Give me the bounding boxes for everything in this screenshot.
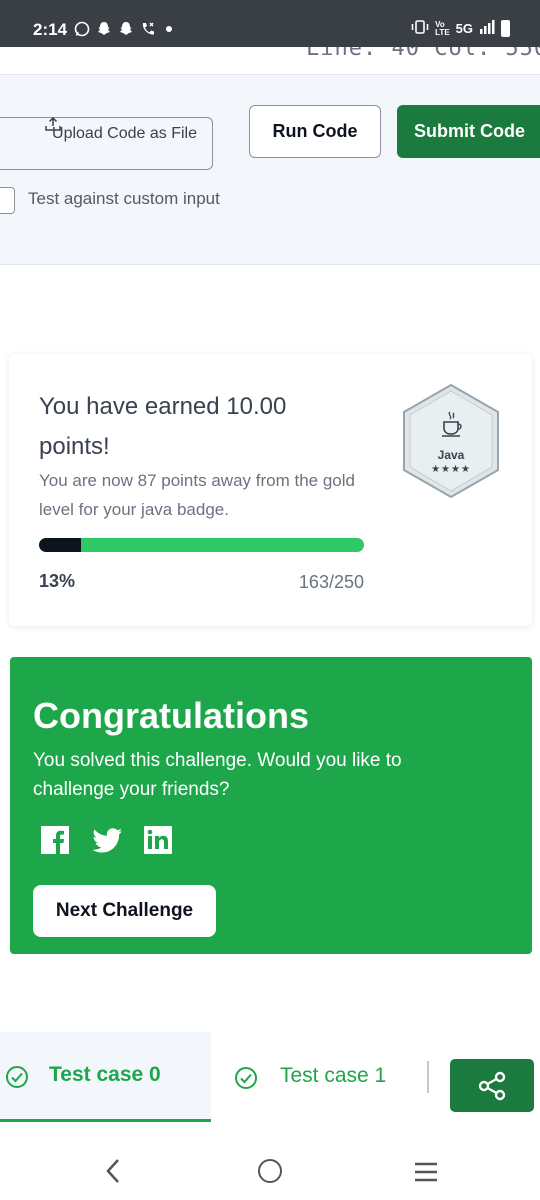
snapchat-icon xyxy=(96,21,112,37)
check-circle-icon xyxy=(235,1067,257,1089)
home-icon[interactable] xyxy=(258,1159,282,1183)
custom-input-checkbox[interactable] xyxy=(0,187,15,214)
back-icon[interactable] xyxy=(103,1158,123,1184)
congratulations-text: You solved this challenge. Would you lik… xyxy=(33,750,402,800)
badge-progress-fill xyxy=(39,538,82,552)
badge-stars: ★★★★ xyxy=(431,464,471,475)
snapchat-icon xyxy=(118,21,134,37)
system-status-icons: Vo LTE 5G xyxy=(411,20,510,37)
share-button[interactable] xyxy=(450,1059,534,1112)
progress-percent: 13% xyxy=(39,571,76,591)
notification-icons xyxy=(74,21,172,37)
status-bar: 2:14 Vo LTE 5G xyxy=(0,0,540,47)
system-navigation-bar xyxy=(0,1122,540,1200)
tab-divider xyxy=(427,1061,429,1093)
facebook-icon[interactable] xyxy=(40,825,70,855)
congratulations-panel: Congratulations You solved this challeng… xyxy=(10,657,532,954)
network-type: 5G xyxy=(455,21,473,36)
badge-progress-bar xyxy=(39,538,364,552)
progress-count: 163/250 xyxy=(298,572,364,592)
share-icon xyxy=(478,1071,506,1100)
vibrate-icon xyxy=(411,20,429,37)
tab-test-case-0-label: Test case 0 xyxy=(49,1063,161,1086)
recent-apps-icon[interactable] xyxy=(413,1161,439,1183)
points-subtitle: You are now 87 points away from the gold… xyxy=(39,471,355,519)
editor-toolbar: Upload Code as File Run Code Submit Code… xyxy=(0,75,540,265)
points-title: You have earned 10.00 points! xyxy=(39,393,287,460)
whatsapp-icon xyxy=(74,21,90,37)
tab-test-case-1-label: Test case 1 xyxy=(280,1064,387,1087)
tab-test-case-0[interactable]: Test case 0 xyxy=(0,1032,211,1122)
more-notifications-dot xyxy=(166,26,172,32)
java-badge xyxy=(403,383,499,499)
congratulations-title: Congratulations xyxy=(33,695,309,736)
battery-icon xyxy=(501,20,510,37)
run-code-button[interactable]: Run Code xyxy=(249,105,381,158)
twitter-icon[interactable] xyxy=(91,825,125,855)
test-case-tabs: Test case 0 Test case 1 xyxy=(0,1032,540,1122)
volte-icon: Vo LTE xyxy=(435,19,450,37)
cursor-position: Line: 40 Col: 550 xyxy=(306,47,540,61)
check-circle-icon xyxy=(6,1066,28,1088)
status-time: 2:14 xyxy=(33,20,68,39)
next-challenge-button[interactable]: Next Challenge xyxy=(33,885,216,937)
points-earned-card: You have earned 10.00 points! You are no… xyxy=(9,354,532,626)
badge-language: Java xyxy=(437,448,465,462)
tab-test-case-1[interactable]: Test case 1 xyxy=(220,1032,420,1122)
missed-call-icon xyxy=(140,21,156,37)
submit-code-button[interactable]: Submit Code xyxy=(397,105,540,158)
upload-code-label: Upload Code as File xyxy=(52,125,197,142)
linkedin-icon[interactable] xyxy=(143,825,173,855)
editor-status-strip: Line: 40 Col: 550 xyxy=(0,47,540,75)
custom-input-label: Test against custom input xyxy=(28,189,220,208)
signal-icon xyxy=(479,20,495,37)
